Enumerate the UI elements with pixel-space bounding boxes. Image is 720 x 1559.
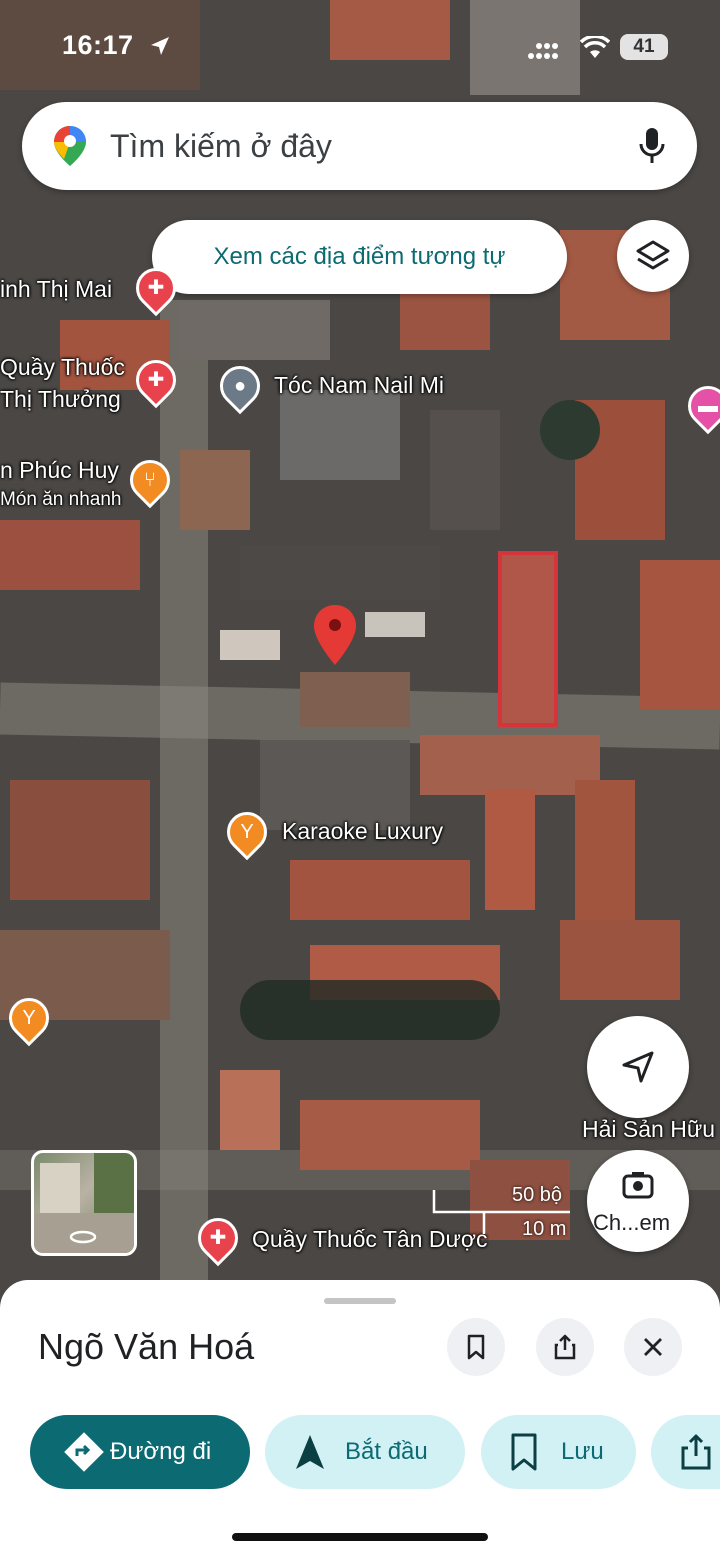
poi-label[interactable]: Quầy Thuốc — [0, 354, 125, 381]
highlight-rectangle — [498, 551, 558, 727]
camera-search-label: Ch...em — [593, 1210, 671, 1235]
poi-label[interactable]: n Phúc Huy — [0, 457, 119, 484]
camera-search-button[interactable]: Ch...em — [587, 1150, 689, 1252]
bed-icon: ▬ — [698, 395, 718, 417]
status-time: 16:17 — [62, 30, 134, 60]
pharmacy-icon: ✚ — [147, 369, 165, 391]
close-button[interactable] — [624, 1318, 682, 1376]
directions-icon — [64, 1432, 104, 1472]
home-indicator[interactable] — [232, 1533, 488, 1541]
poi-label[interactable]: Karaoke Luxury — [282, 818, 443, 845]
poi-label[interactable]: Hải Sản Hữu — [582, 1116, 715, 1143]
poi-label[interactable]: Món ăn nhanh — [0, 489, 122, 511]
similar-places-chip[interactable]: Xem các địa điểm tương tự — [152, 220, 567, 294]
selected-location-pin[interactable] — [312, 603, 358, 669]
glass-icon: Y — [240, 821, 254, 843]
share-action-button[interactable] — [651, 1415, 720, 1489]
poi-label[interactable]: Tóc Nam Nail Mi — [274, 372, 444, 399]
search-input[interactable]: Tìm kiếm ở đây — [110, 128, 332, 165]
layers-button[interactable] — [617, 220, 689, 292]
poi-label[interactable]: inh Thị Mai — [0, 276, 112, 303]
start-button[interactable]: Bắt đầu — [265, 1415, 465, 1489]
place-title: Ngõ Văn Hoá — [38, 1326, 255, 1367]
google-maps-pin-icon — [54, 126, 86, 166]
camera-search-icon — [622, 1172, 654, 1199]
share-icon — [681, 1434, 711, 1470]
save-label: Lưu — [561, 1438, 604, 1465]
location-services-icon — [151, 37, 169, 55]
cellular-signal-icon — [528, 43, 558, 59]
mic-icon[interactable] — [637, 126, 667, 166]
pharmacy-icon: ✚ — [147, 277, 165, 299]
battery-indicator: 41 — [620, 34, 668, 60]
wifi-icon — [580, 36, 610, 58]
sheet-drag-handle[interactable] — [324, 1298, 396, 1304]
place-bottom-sheet[interactable]: Ngõ Văn Hoá Đường đi Bắt đầu Lưu — [0, 1280, 720, 1559]
scale-imperial: 50 bộ — [512, 1184, 563, 1206]
directions-label: Đường đi — [110, 1438, 212, 1465]
bookmark-icon — [511, 1433, 537, 1471]
street-view-thumbnail[interactable] — [31, 1150, 137, 1256]
share-button[interactable] — [536, 1318, 594, 1376]
pharmacy-icon: ✚ — [209, 1227, 227, 1249]
start-label: Bắt đầu — [345, 1438, 428, 1465]
my-location-button[interactable] — [587, 1016, 689, 1118]
poi-label[interactable]: Thị Thưởng — [0, 386, 121, 413]
location-arrow-icon — [622, 1051, 654, 1083]
directions-button[interactable]: Đường đi — [30, 1415, 250, 1489]
navigation-icon — [296, 1435, 324, 1469]
scale-metric: 10 m — [522, 1218, 567, 1240]
close-icon — [644, 1338, 662, 1356]
status-bar: 16:17 41 — [0, 0, 720, 95]
rotate-360-icon — [69, 1230, 97, 1244]
dot-icon: ● — [233, 375, 247, 397]
bookmark-icon — [467, 1334, 485, 1360]
bookmark-button[interactable] — [447, 1318, 505, 1376]
fork-knife-icon: ⑂ — [144, 469, 156, 491]
layers-icon — [636, 240, 670, 270]
save-button[interactable]: Lưu — [481, 1415, 636, 1489]
glass-icon: Y — [22, 1007, 36, 1029]
search-bar[interactable]: Tìm kiếm ở đây — [22, 102, 697, 190]
share-icon — [554, 1334, 576, 1360]
